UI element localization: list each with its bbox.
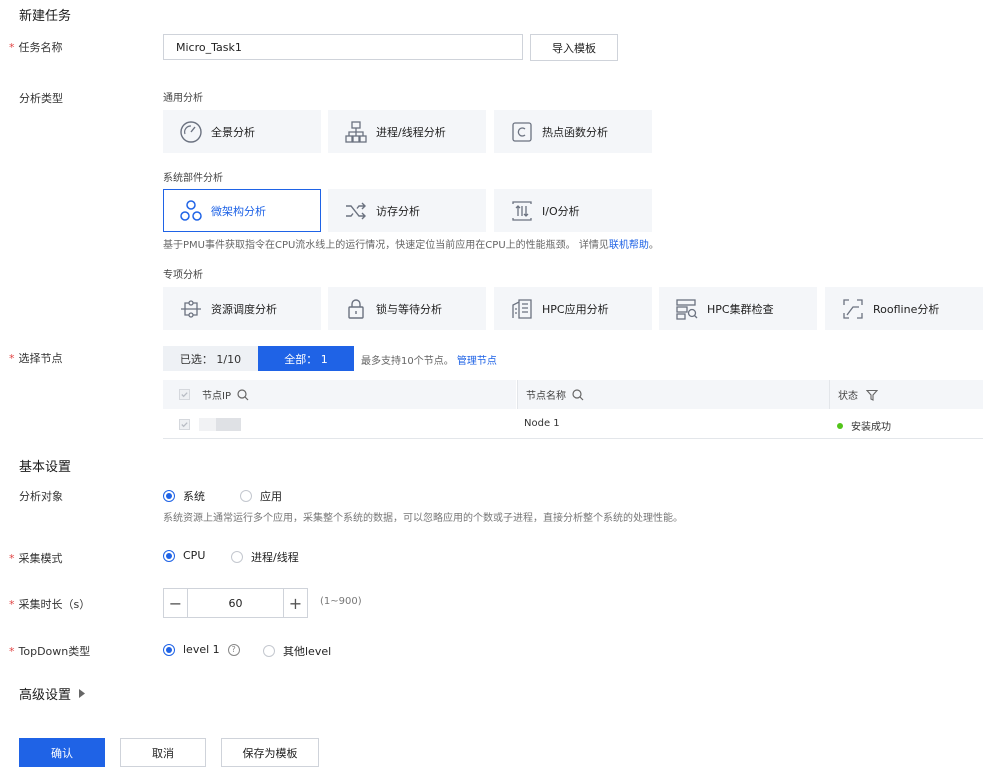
card-label: HPC集群检查 xyxy=(707,302,774,316)
card-resource-scheduling-analysis[interactable]: 资源调度分析 xyxy=(163,287,321,330)
status-dot xyxy=(837,422,843,429)
radio-mode-cpu[interactable]: CPU xyxy=(163,549,205,562)
analysis-description: 基于PMU事件获取指令在CPU流水线上的运行情况，快速定位当前应用在CPU上的性… xyxy=(163,240,659,251)
card-lock-wait-analysis[interactable]: 锁与等待分析 xyxy=(328,287,486,330)
card-hpc-cluster-check[interactable]: HPC集群检查 xyxy=(659,287,817,330)
advanced-settings-toggle[interactable]: 高级设置 xyxy=(19,684,86,703)
radio-mode-process-thread[interactable]: 进程/线程 xyxy=(231,549,299,565)
molecule-icon xyxy=(179,199,203,223)
duration-stepper[interactable]: − 60 + xyxy=(163,588,308,618)
card-label: Roofline分析 xyxy=(873,302,940,316)
server-search-icon xyxy=(675,297,699,321)
lock-icon xyxy=(344,297,368,321)
help-question-icon[interactable]: ? xyxy=(227,643,240,656)
analysis-type-label: 分析类型 xyxy=(19,92,63,105)
save-as-template-button[interactable]: 保存为模板 xyxy=(221,738,319,767)
column-label: 节点IP xyxy=(202,391,231,402)
card-label: 进程/线程分析 xyxy=(376,125,446,139)
node-select-label: * 选择节点 xyxy=(9,352,63,365)
duration-value[interactable]: 60 xyxy=(188,589,283,617)
io-arrows-icon xyxy=(510,199,534,223)
duration-range-hint: (1~900) xyxy=(320,596,362,607)
analysis-target-hint: 系统资源上通常运行多个应用，采集整个系统的数据，可以忽略应用的个数或子进程，直接… xyxy=(163,513,683,524)
card-label: 资源调度分析 xyxy=(211,302,277,316)
card-label: 锁与等待分析 xyxy=(376,302,442,316)
radio-target-application[interactable]: 应用 xyxy=(240,488,282,504)
card-hotspot-function-analysis[interactable]: 热点函数分析 xyxy=(494,110,652,153)
radio-topdown-level1[interactable]: level 1 ? xyxy=(163,643,240,656)
building-icon xyxy=(510,297,534,321)
analysis-target-label: 分析对象 xyxy=(19,490,63,503)
collect-duration-label: * 采集时长（s） xyxy=(9,598,91,611)
basic-settings-title: 基本设置 xyxy=(19,460,72,475)
filter-icon[interactable] xyxy=(866,389,878,401)
general-analysis-title: 通用分析 xyxy=(163,93,203,104)
radio-target-system[interactable]: 系统 xyxy=(163,488,205,504)
card-microarchitecture-analysis[interactable]: 微架构分析 xyxy=(163,189,321,232)
manage-nodes-link[interactable]: 管理节点 xyxy=(457,356,497,367)
select-all-checkbox[interactable] xyxy=(179,389,190,400)
card-memory-access-analysis[interactable]: 访存分析 xyxy=(328,189,486,232)
code-c-icon xyxy=(510,120,534,144)
decrement-button[interactable]: − xyxy=(164,589,188,617)
roofline-chart-icon xyxy=(841,297,865,321)
card-label: HPC应用分析 xyxy=(542,302,609,316)
tab-selected-nodes[interactable]: 已选： 1/10 xyxy=(163,346,258,371)
card-io-analysis[interactable]: I/O分析 xyxy=(494,189,652,232)
task-name-input[interactable] xyxy=(163,34,523,60)
scheduling-icon xyxy=(179,297,203,321)
radio-topdown-other-level[interactable]: 其他level xyxy=(263,643,331,659)
node-ip-redacted xyxy=(199,418,241,431)
card-label: 热点函数分析 xyxy=(542,125,608,139)
card-label: I/O分析 xyxy=(542,204,580,218)
column-label: 状态 xyxy=(838,391,858,402)
topdown-type-label: * TopDown类型 xyxy=(9,645,91,658)
search-icon[interactable] xyxy=(572,388,584,401)
caret-right-icon xyxy=(79,689,86,698)
card-panorama-analysis[interactable]: 全景分析 xyxy=(163,110,321,153)
gauge-icon xyxy=(179,120,203,144)
card-label: 访存分析 xyxy=(376,204,420,218)
online-help-link[interactable]: 联机帮助 xyxy=(609,240,649,251)
hierarchy-icon xyxy=(344,120,368,144)
row-checkbox[interactable] xyxy=(179,419,190,430)
node-status: 安装成功 xyxy=(837,418,891,433)
column-header-ip: 节点IP xyxy=(163,380,516,409)
card-roofline-analysis[interactable]: Roofline分析 xyxy=(825,287,983,330)
page-title: 新建任务 xyxy=(19,9,72,24)
node-name: Node 1 xyxy=(524,418,560,429)
column-header-name: 节点名称 xyxy=(517,380,829,409)
search-icon[interactable] xyxy=(237,388,249,401)
table-row[interactable]: Node 1 安装成功 xyxy=(163,410,983,439)
card-process-thread-analysis[interactable]: 进程/线程分析 xyxy=(328,110,486,153)
card-label: 全景分析 xyxy=(211,125,255,139)
increment-button[interactable]: + xyxy=(283,589,307,617)
column-label: 节点名称 xyxy=(526,391,566,402)
card-label: 微架构分析 xyxy=(211,204,266,218)
system-analysis-title: 系统部件分析 xyxy=(163,173,223,184)
tab-all-nodes[interactable]: 全部： 1 xyxy=(258,346,354,371)
confirm-button[interactable]: 确认 xyxy=(19,738,105,767)
shuffle-icon xyxy=(344,199,368,223)
column-header-status: 状态 xyxy=(829,380,983,409)
card-hpc-application-analysis[interactable]: HPC应用分析 xyxy=(494,287,652,330)
node-limit-hint: 最多支持10个节点。 管理节点 xyxy=(361,356,497,367)
collect-mode-label: * 采集模式 xyxy=(9,552,63,565)
special-analysis-title: 专项分析 xyxy=(163,270,203,281)
import-template-button[interactable]: 导入模板 xyxy=(530,34,618,61)
task-name-label: * 任务名称 xyxy=(9,41,63,54)
cancel-button[interactable]: 取消 xyxy=(120,738,206,767)
